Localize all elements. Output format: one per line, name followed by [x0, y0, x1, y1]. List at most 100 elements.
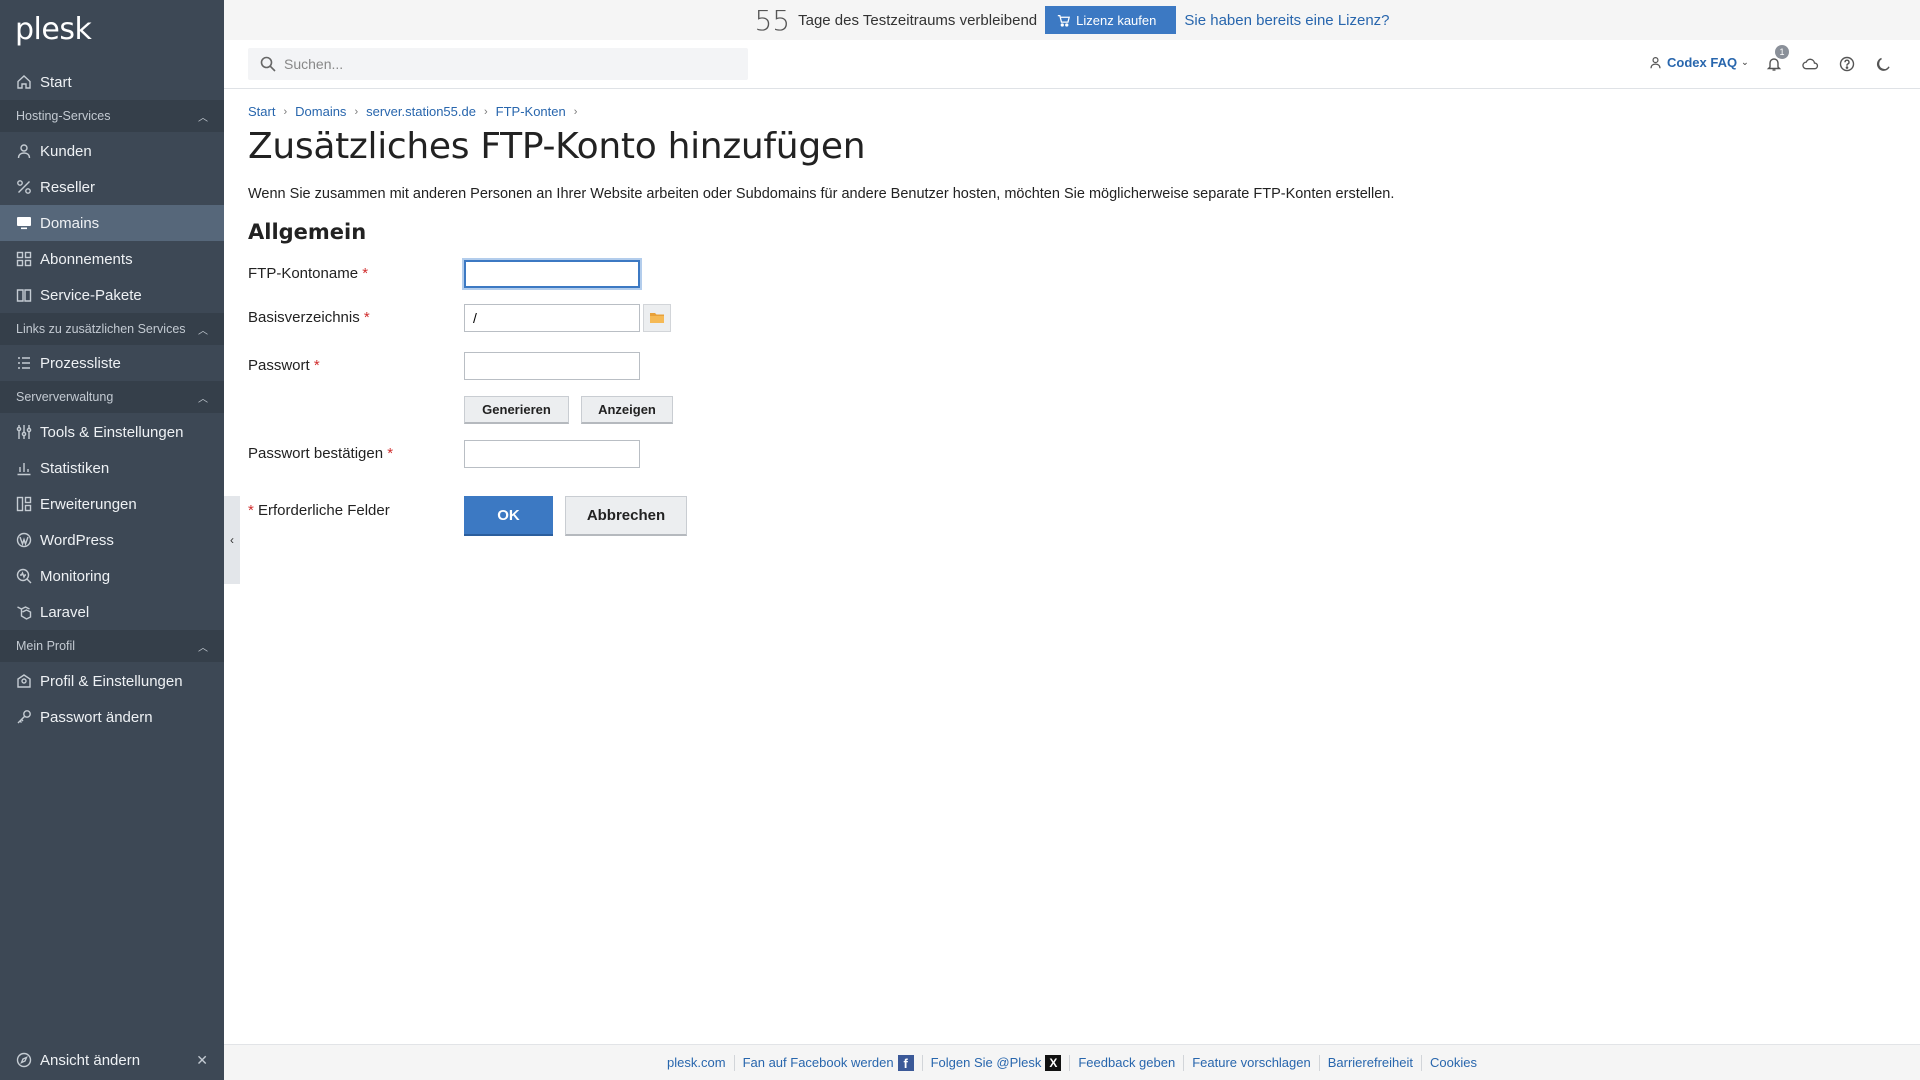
section-serververwaltung[interactable]: Serververwaltung ︿ [0, 381, 224, 413]
profile-settings-icon [16, 673, 32, 689]
chevron-up-icon: ︿ [198, 112, 208, 124]
help-button[interactable] [1836, 53, 1858, 75]
generate-password-button[interactable]: Generieren [464, 396, 569, 424]
footer-divider [1183, 1054, 1185, 1071]
sidebar-item-label: Kunden [40, 142, 92, 160]
chevron-right-icon: › [354, 105, 359, 118]
section-title: Allgemein [248, 220, 367, 244]
sidebar-item-tools[interactable]: Tools & Einstellungen [0, 414, 224, 450]
footer-link-twitter[interactable]: Folgen Sie @Plesk X [931, 1054, 1062, 1071]
trial-text: Tage des Testzeitraums verbleibend [798, 11, 1038, 29]
sliders-icon [16, 424, 32, 440]
chevron-up-icon: ︿ [198, 325, 208, 337]
sidebar-item-label: Abonnements [40, 250, 133, 268]
section-label: Mein Profil [16, 639, 76, 653]
footer-link-accessibility[interactable]: Barrierefreiheit [1328, 1055, 1413, 1070]
monitoring-icon [16, 568, 32, 584]
footer-link-facebook[interactable]: Fan auf Facebook werden f [742, 1054, 914, 1071]
facebook-icon: f [897, 1054, 914, 1071]
footer-link-feature[interactable]: Feature vorschlagen [1192, 1055, 1311, 1070]
header: Codex FAQ ⌄ 1 [224, 40, 1920, 89]
breadcrumb-ftp-konten[interactable]: FTP-Konten [496, 104, 566, 119]
sidebar-item-label: Erweiterungen [40, 495, 137, 513]
sidebar-item-label: Start [40, 73, 72, 91]
search-input[interactable] [284, 56, 724, 72]
user-icon [1650, 57, 1661, 69]
close-icon[interactable]: ✕ [196, 1052, 208, 1069]
laravel-icon [16, 604, 32, 620]
footer: plesk.com Fan auf Facebook werden f Folge… [224, 1044, 1920, 1080]
section-label: Serververwaltung [16, 390, 114, 404]
show-password-button[interactable]: Anzeigen [581, 396, 673, 424]
notifications-button[interactable]: 1 [1763, 45, 1789, 75]
moon-icon [1876, 57, 1890, 71]
notification-badge: 1 [1775, 45, 1789, 59]
footer-divider [1421, 1054, 1422, 1071]
sidebar-item-label: Reseller [40, 178, 96, 196]
sidebar-item-prozessliste[interactable]: Prozessliste [0, 345, 224, 381]
user-menu[interactable]: Codex FAQ ⌄ [1649, 55, 1749, 70]
sidebar-item-kunden[interactable]: Kunden [0, 133, 224, 169]
plesk-logo[interactable]: plesk [15, 12, 92, 47]
folder-icon [650, 313, 664, 323]
password-label: Passwort * [248, 357, 320, 374]
help-icon [1839, 56, 1855, 72]
sidebar-item-service-pakete[interactable]: Service-Pakete [0, 277, 224, 313]
account-name-label: FTP-Kontoname * [248, 265, 369, 282]
home-dir-input[interactable] [464, 304, 640, 332]
sidebar-collapse-toggle[interactable]: ‹ [224, 496, 240, 584]
percent-icon [16, 179, 32, 195]
confirm-password-input[interactable] [464, 440, 640, 468]
trial-days-count: 55 [754, 3, 791, 37]
sidebar-item-laravel[interactable]: Laravel [0, 594, 224, 630]
section-mein-profil[interactable]: Mein Profil ︿ [0, 630, 224, 662]
page-description: Wenn Sie zusammen mit anderen Personen a… [248, 186, 1395, 202]
breadcrumb-start[interactable]: Start [248, 104, 275, 119]
footer-link-label: Fan auf Facebook werden [742, 1055, 894, 1070]
key-icon [16, 709, 32, 725]
required-fields-note: * Erforderliche Felder [248, 502, 390, 519]
search-box[interactable] [248, 48, 748, 80]
sidebar-item-reseller[interactable]: Reseller [0, 169, 224, 205]
sidebar-item-erweiterungen[interactable]: Erweiterungen [0, 486, 224, 522]
sidebar-item-monitoring[interactable]: Monitoring [0, 558, 224, 594]
cancel-button[interactable]: Abbrechen [565, 496, 687, 536]
wordpress-icon [16, 532, 32, 548]
sidebar-item-label: Profil & Einstellungen [40, 672, 183, 690]
have-license-link[interactable]: Sie haben bereits eine Lizenz? [1184, 12, 1389, 29]
footer-link-cookies[interactable]: Cookies [1430, 1055, 1477, 1070]
sidebar-item-wordpress[interactable]: WordPress [0, 522, 224, 558]
cloud-button[interactable] [1799, 53, 1821, 75]
section-links[interactable]: Links zu zusätzlichen Services ︿ [0, 313, 224, 345]
ok-button[interactable]: OK [464, 496, 553, 536]
compass-icon [16, 1052, 32, 1068]
browse-folder-button[interactable] [643, 304, 671, 332]
footer-divider [733, 1054, 735, 1071]
footer-link-feedback[interactable]: Feedback geben [1078, 1055, 1175, 1070]
sidebar-item-passwort[interactable]: Passwort ändern [0, 699, 224, 735]
footer-link-plesk[interactable]: plesk.com [667, 1055, 726, 1070]
footer-divider [1069, 1054, 1071, 1071]
chevron-left-icon: ‹ [230, 533, 234, 547]
sidebar-item-start[interactable]: Start [0, 64, 224, 100]
sidebar-item-profil[interactable]: Profil & Einstellungen [0, 663, 224, 699]
breadcrumb-domains[interactable]: Domains [295, 104, 346, 119]
change-view-item[interactable]: Ansicht ändern ✕ [0, 1040, 224, 1080]
breadcrumb-domain[interactable]: server.station55.de [366, 104, 476, 119]
chevron-right-icon: › [573, 105, 578, 118]
sidebar-item-domains[interactable]: Domains [0, 205, 224, 241]
extensions-icon [16, 496, 32, 512]
dark-mode-toggle[interactable] [1872, 53, 1894, 75]
section-hosting-services[interactable]: Hosting-Services ︿ [0, 100, 224, 132]
sidebar-item-abonnements[interactable]: Abonnements [0, 241, 224, 277]
grid-icon [16, 251, 32, 267]
password-input[interactable] [464, 352, 640, 380]
trial-bar: 55 Tage des Testzeitraums verbleibend Li… [224, 0, 1920, 40]
sidebar-item-label: Service-Pakete [40, 286, 142, 304]
user-icon [16, 143, 32, 159]
home-icon [16, 74, 32, 90]
buy-license-button[interactable]: Lizenz kaufen [1045, 6, 1177, 34]
chevron-right-icon: › [483, 105, 488, 118]
sidebar-item-statistiken[interactable]: Statistiken [0, 450, 224, 486]
account-name-input[interactable] [464, 260, 640, 288]
